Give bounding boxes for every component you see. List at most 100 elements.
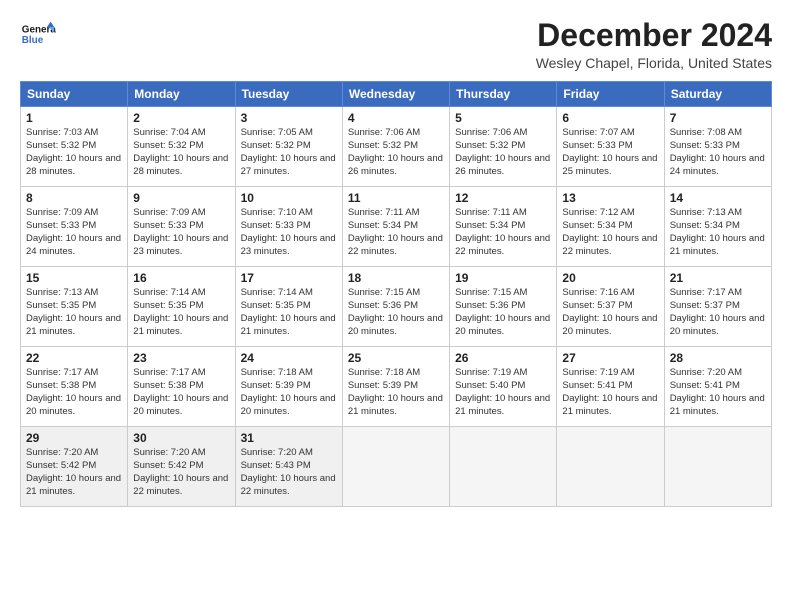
table-row: 10 Sunrise: 7:10 AMSunset: 5:33 PMDaylig… <box>235 187 342 267</box>
day-info: Sunrise: 7:16 AMSunset: 5:37 PMDaylight:… <box>562 287 657 336</box>
table-row: 21 Sunrise: 7:17 AMSunset: 5:37 PMDaylig… <box>664 267 771 347</box>
col-saturday: Saturday <box>664 82 771 107</box>
table-row: 2 Sunrise: 7:04 AMSunset: 5:32 PMDayligh… <box>128 107 235 187</box>
table-row: 22 Sunrise: 7:17 AMSunset: 5:38 PMDaylig… <box>21 347 128 427</box>
calendar-week-row: 22 Sunrise: 7:17 AMSunset: 5:38 PMDaylig… <box>21 347 772 427</box>
day-number: 23 <box>133 351 229 365</box>
calendar-week-row: 8 Sunrise: 7:09 AMSunset: 5:33 PMDayligh… <box>21 187 772 267</box>
col-sunday: Sunday <box>21 82 128 107</box>
day-number: 13 <box>562 191 658 205</box>
location: Wesley Chapel, Florida, United States <box>536 55 772 71</box>
col-tuesday: Tuesday <box>235 82 342 107</box>
table-row: 12 Sunrise: 7:11 AMSunset: 5:34 PMDaylig… <box>450 187 557 267</box>
month-title: December 2024 <box>536 18 772 53</box>
day-number: 22 <box>26 351 122 365</box>
day-number: 14 <box>670 191 766 205</box>
table-row: 9 Sunrise: 7:09 AMSunset: 5:33 PMDayligh… <box>128 187 235 267</box>
day-number: 25 <box>348 351 444 365</box>
day-number: 30 <box>133 431 229 445</box>
day-info: Sunrise: 7:20 AMSunset: 5:42 PMDaylight:… <box>133 447 228 496</box>
day-info: Sunrise: 7:06 AMSunset: 5:32 PMDaylight:… <box>348 127 443 176</box>
table-row: 29 Sunrise: 7:20 AMSunset: 5:42 PMDaylig… <box>21 427 128 507</box>
day-info: Sunrise: 7:17 AMSunset: 5:38 PMDaylight:… <box>26 367 121 416</box>
col-monday: Monday <box>128 82 235 107</box>
day-number: 12 <box>455 191 551 205</box>
day-info: Sunrise: 7:10 AMSunset: 5:33 PMDaylight:… <box>241 207 336 256</box>
day-info: Sunrise: 7:06 AMSunset: 5:32 PMDaylight:… <box>455 127 550 176</box>
svg-text:Blue: Blue <box>22 35 44 46</box>
day-number: 2 <box>133 111 229 125</box>
day-number: 20 <box>562 271 658 285</box>
table-row: 18 Sunrise: 7:15 AMSunset: 5:36 PMDaylig… <box>342 267 449 347</box>
day-info: Sunrise: 7:19 AMSunset: 5:40 PMDaylight:… <box>455 367 550 416</box>
table-row: 6 Sunrise: 7:07 AMSunset: 5:33 PMDayligh… <box>557 107 664 187</box>
day-number: 16 <box>133 271 229 285</box>
day-number: 24 <box>241 351 337 365</box>
table-row: 13 Sunrise: 7:12 AMSunset: 5:34 PMDaylig… <box>557 187 664 267</box>
table-row: 26 Sunrise: 7:19 AMSunset: 5:40 PMDaylig… <box>450 347 557 427</box>
calendar-table: Sunday Monday Tuesday Wednesday Thursday… <box>20 81 772 507</box>
day-info: Sunrise: 7:18 AMSunset: 5:39 PMDaylight:… <box>241 367 336 416</box>
day-info: Sunrise: 7:14 AMSunset: 5:35 PMDaylight:… <box>241 287 336 336</box>
table-row: 27 Sunrise: 7:19 AMSunset: 5:41 PMDaylig… <box>557 347 664 427</box>
table-row <box>450 427 557 507</box>
day-info: Sunrise: 7:05 AMSunset: 5:32 PMDaylight:… <box>241 127 336 176</box>
table-row: 15 Sunrise: 7:13 AMSunset: 5:35 PMDaylig… <box>21 267 128 347</box>
day-info: Sunrise: 7:13 AMSunset: 5:35 PMDaylight:… <box>26 287 121 336</box>
table-row: 8 Sunrise: 7:09 AMSunset: 5:33 PMDayligh… <box>21 187 128 267</box>
calendar-week-row: 15 Sunrise: 7:13 AMSunset: 5:35 PMDaylig… <box>21 267 772 347</box>
col-wednesday: Wednesday <box>342 82 449 107</box>
table-row: 3 Sunrise: 7:05 AMSunset: 5:32 PMDayligh… <box>235 107 342 187</box>
day-number: 28 <box>670 351 766 365</box>
day-info: Sunrise: 7:15 AMSunset: 5:36 PMDaylight:… <box>455 287 550 336</box>
day-info: Sunrise: 7:08 AMSunset: 5:33 PMDaylight:… <box>670 127 765 176</box>
table-row: 19 Sunrise: 7:15 AMSunset: 5:36 PMDaylig… <box>450 267 557 347</box>
day-number: 5 <box>455 111 551 125</box>
table-row: 5 Sunrise: 7:06 AMSunset: 5:32 PMDayligh… <box>450 107 557 187</box>
col-friday: Friday <box>557 82 664 107</box>
day-info: Sunrise: 7:11 AMSunset: 5:34 PMDaylight:… <box>455 207 550 256</box>
logo: General Blue <box>20 18 56 54</box>
day-number: 15 <box>26 271 122 285</box>
table-row: 23 Sunrise: 7:17 AMSunset: 5:38 PMDaylig… <box>128 347 235 427</box>
table-row: 31 Sunrise: 7:20 AMSunset: 5:43 PMDaylig… <box>235 427 342 507</box>
table-row <box>557 427 664 507</box>
calendar-week-row: 29 Sunrise: 7:20 AMSunset: 5:42 PMDaylig… <box>21 427 772 507</box>
day-info: Sunrise: 7:17 AMSunset: 5:38 PMDaylight:… <box>133 367 228 416</box>
day-number: 21 <box>670 271 766 285</box>
day-info: Sunrise: 7:18 AMSunset: 5:39 PMDaylight:… <box>348 367 443 416</box>
day-info: Sunrise: 7:07 AMSunset: 5:33 PMDaylight:… <box>562 127 657 176</box>
day-info: Sunrise: 7:04 AMSunset: 5:32 PMDaylight:… <box>133 127 228 176</box>
page-container: General Blue December 2024 Wesley Chapel… <box>0 0 792 517</box>
title-block: December 2024 Wesley Chapel, Florida, Un… <box>536 18 772 71</box>
day-info: Sunrise: 7:12 AMSunset: 5:34 PMDaylight:… <box>562 207 657 256</box>
table-row: 7 Sunrise: 7:08 AMSunset: 5:33 PMDayligh… <box>664 107 771 187</box>
table-row: 17 Sunrise: 7:14 AMSunset: 5:35 PMDaylig… <box>235 267 342 347</box>
table-row <box>342 427 449 507</box>
day-info: Sunrise: 7:19 AMSunset: 5:41 PMDaylight:… <box>562 367 657 416</box>
table-row: 20 Sunrise: 7:16 AMSunset: 5:37 PMDaylig… <box>557 267 664 347</box>
table-row: 30 Sunrise: 7:20 AMSunset: 5:42 PMDaylig… <box>128 427 235 507</box>
day-info: Sunrise: 7:11 AMSunset: 5:34 PMDaylight:… <box>348 207 443 256</box>
calendar-header-row: Sunday Monday Tuesday Wednesday Thursday… <box>21 82 772 107</box>
day-number: 26 <box>455 351 551 365</box>
table-row <box>664 427 771 507</box>
day-info: Sunrise: 7:20 AMSunset: 5:42 PMDaylight:… <box>26 447 121 496</box>
day-number: 1 <box>26 111 122 125</box>
header: General Blue December 2024 Wesley Chapel… <box>20 18 772 71</box>
day-number: 27 <box>562 351 658 365</box>
table-row: 16 Sunrise: 7:14 AMSunset: 5:35 PMDaylig… <box>128 267 235 347</box>
day-number: 3 <box>241 111 337 125</box>
col-thursday: Thursday <box>450 82 557 107</box>
table-row: 11 Sunrise: 7:11 AMSunset: 5:34 PMDaylig… <box>342 187 449 267</box>
day-number: 4 <box>348 111 444 125</box>
day-info: Sunrise: 7:20 AMSunset: 5:43 PMDaylight:… <box>241 447 336 496</box>
table-row: 28 Sunrise: 7:20 AMSunset: 5:41 PMDaylig… <box>664 347 771 427</box>
table-row: 24 Sunrise: 7:18 AMSunset: 5:39 PMDaylig… <box>235 347 342 427</box>
day-number: 9 <box>133 191 229 205</box>
day-number: 8 <box>26 191 122 205</box>
day-number: 31 <box>241 431 337 445</box>
day-number: 6 <box>562 111 658 125</box>
day-number: 29 <box>26 431 122 445</box>
logo-icon: General Blue <box>20 18 56 54</box>
